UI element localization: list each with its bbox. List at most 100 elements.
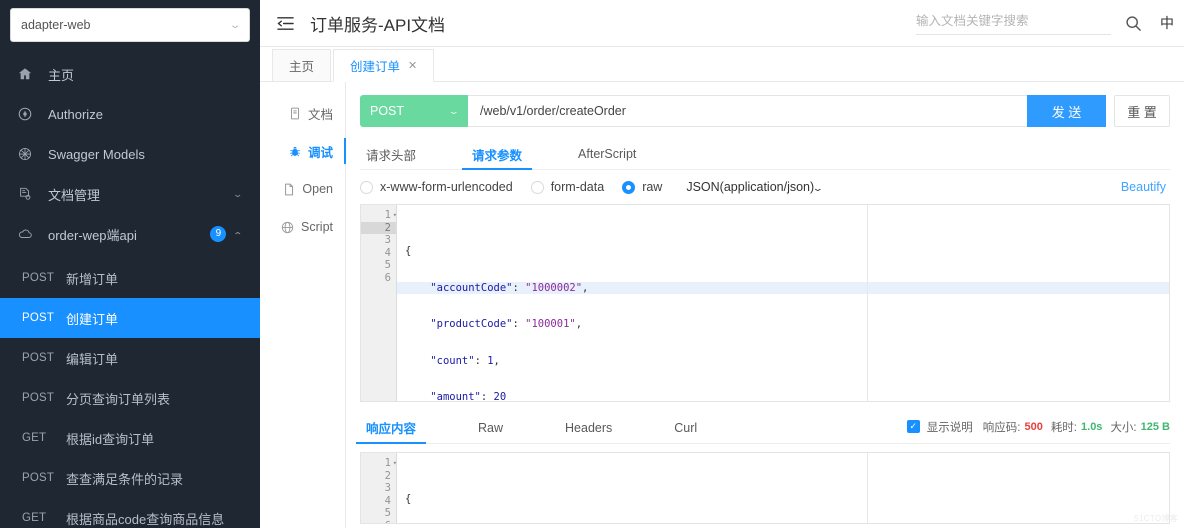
mode-label: 调试 <box>307 145 333 160</box>
sidebar-item-label: 主页 <box>48 67 75 83</box>
chevron-down-icon: ⌄ <box>448 105 461 116</box>
send-button[interactable]: 发 送 <box>1027 95 1106 127</box>
radio-dot-icon <box>360 180 373 194</box>
response-body-editor[interactable]: 1▾ 2 3 4 5 6 { "timestamp": "2023-09-10T… <box>360 452 1170 524</box>
language-toggle[interactable]: 中 <box>1160 13 1174 33</box>
script-icon <box>281 221 294 234</box>
radio-label: x-www-form-urlencoded <box>380 180 513 194</box>
radio-label: raw <box>642 180 663 194</box>
api-row-5[interactable]: POST 查查满足条件的记录 <box>0 458 260 498</box>
tab-home[interactable]: 主页 <box>272 49 332 81</box>
api-row-4[interactable]: GET 根据id查询订单 <box>0 418 260 458</box>
editor-code-area[interactable]: { "accountCode": "1000002", "productCode… <box>397 205 1169 401</box>
tab-label: 创建订单 <box>350 60 401 74</box>
tab-label: 主页 <box>289 60 315 74</box>
editor-gutter: 1▾ 2 3 4 5 6 <box>361 205 397 401</box>
mode-debug[interactable]: 调试 <box>260 132 346 170</box>
tab-after-script[interactable]: AfterScript <box>572 139 642 169</box>
request-body-editor[interactable]: 1 ▾ 2 3 4 5 6 { "accountCode": "1000002",… <box>360 204 1170 402</box>
api-row-3[interactable]: POST 分页查询订单列表 <box>0 378 260 418</box>
tab-create-order[interactable]: 创建订单 ✕ <box>333 49 435 82</box>
project-selector-value: adapter-web <box>21 18 91 32</box>
chevron-down-icon: ⌄ <box>811 183 824 193</box>
code-line: { <box>405 493 412 505</box>
tab-response-headers[interactable]: Headers <box>559 412 618 443</box>
api-row-1[interactable]: POST 创建订单 <box>0 298 260 338</box>
doc-settings-icon <box>18 187 38 201</box>
radio-x-www-form-urlencoded[interactable]: x-www-form-urlencoded <box>360 180 513 194</box>
sidebar: adapter-web ⌄ 主页 Authorize Swagger Model… <box>0 0 260 528</box>
line-number: 6 <box>384 271 391 284</box>
top-bar-right: 中 <box>916 12 1184 35</box>
api-method: POST <box>22 392 55 404</box>
content-type-select[interactable]: JSON(application/json)⌄ <box>686 180 824 194</box>
sidebar-item-order-wep-api[interactable]: order-wep端api 9 ⌄ <box>0 214 260 254</box>
search-icon[interactable] <box>1125 15 1142 32</box>
api-method: POST <box>22 272 55 284</box>
line-number: 4 <box>384 246 391 259</box>
search-input[interactable] <box>916 13 1111 28</box>
mode-nav: 文档 调试 Open Script <box>260 82 346 528</box>
main-area: 订单服务-API文档 中 主页 创建订单 ✕ <box>260 0 1184 528</box>
mode-label: Script <box>301 220 333 234</box>
request-url-value: /web/v1/order/createOrder <box>480 104 626 118</box>
sidebar-item-doc-management[interactable]: 文档管理 ⌄ <box>0 174 260 214</box>
body-type-row: x-www-form-urlencoded form-data raw JSON… <box>360 170 1170 204</box>
api-row-2[interactable]: POST 编辑订单 <box>0 338 260 378</box>
cloud-icon <box>18 227 38 241</box>
project-selector[interactable]: adapter-web ⌄ <box>10 8 250 42</box>
editor-code-area[interactable]: { "timestamp": "2023-09-10T13:06:56.836+… <box>397 453 1169 523</box>
line-number: 3 <box>384 234 391 247</box>
close-icon[interactable]: ✕ <box>408 59 417 72</box>
mode-script[interactable]: Script <box>260 208 345 246</box>
editor-gutter: 1▾ 2 3 4 5 6 <box>361 453 397 523</box>
show-description-label: 显示说明 <box>926 421 973 434</box>
tab-request-params[interactable]: 请求参数 <box>462 139 533 170</box>
tab-response-curl[interactable]: Curl <box>668 412 703 443</box>
mode-doc[interactable]: 文档 <box>260 94 345 132</box>
code-line: "amount": 20 <box>430 391 507 401</box>
request-url-input[interactable]: /web/v1/order/createOrder <box>468 95 1027 127</box>
api-name: 根据商品code查询商品信息 <box>66 511 225 527</box>
api-row-6[interactable]: GET 根据商品code查询商品信息 <box>0 498 260 528</box>
radio-dot-icon <box>530 180 544 194</box>
mode-label: Open <box>302 182 333 196</box>
line-number: 2 <box>384 469 391 482</box>
status-code-label: 响应码: <box>982 421 1021 434</box>
beautify-link[interactable]: Beautify <box>1121 180 1170 194</box>
search-box <box>916 12 1111 35</box>
line-number: 2 <box>361 221 396 235</box>
workspace: 文档 调试 Open Script POST ⌄ /web/v1/order/c… <box>260 82 1184 528</box>
document-icon <box>289 107 301 120</box>
hamburger-menu-icon[interactable] <box>274 12 296 34</box>
radio-raw[interactable]: raw <box>622 180 662 194</box>
api-method: GET <box>22 432 47 444</box>
api-row-0[interactable]: POST 新增订单 <box>0 258 260 298</box>
cube-icon <box>18 147 38 161</box>
http-method-value: POST <box>370 104 405 118</box>
line-number: 6 <box>361 520 396 523</box>
sidebar-item-authorize[interactable]: Authorize <box>0 94 260 134</box>
api-endpoint-list: POST 新增订单 POST 创建订单 POST 编辑订单 POST 分页查询订… <box>0 258 260 528</box>
sidebar-item-swagger-models[interactable]: Swagger Models <box>0 134 260 174</box>
tab-response-body[interactable]: 响应内容 <box>355 412 427 444</box>
sidebar-item-home[interactable]: 主页 <box>0 54 260 94</box>
tab-request-headers[interactable]: 请求头部 <box>360 139 422 169</box>
check-icon[interactable]: ✓ <box>906 420 920 433</box>
api-method: GET <box>22 512 47 524</box>
api-name: 根据id查询订单 <box>66 431 155 447</box>
tab-response-raw[interactable]: Raw <box>472 412 509 443</box>
api-method: POST <box>22 352 55 364</box>
line-number: 1 ▾ <box>384 457 397 469</box>
api-name: 创建订单 <box>66 311 119 327</box>
sidebar-nav: 主页 Authorize Swagger Models 文档管理 ⌄ order… <box>0 54 260 254</box>
code-line: "accountCode": "1000002", <box>397 281 1169 295</box>
mode-open[interactable]: Open <box>260 170 345 208</box>
api-name: 新增订单 <box>66 271 119 287</box>
chevron-down-icon: ⌄ <box>228 19 242 31</box>
bug-icon <box>289 145 301 158</box>
api-method: POST <box>22 312 55 324</box>
http-method-select[interactable]: POST ⌄ <box>360 95 468 127</box>
radio-form-data[interactable]: form-data <box>530 180 604 194</box>
reset-button[interactable]: 重 置 <box>1114 95 1170 127</box>
